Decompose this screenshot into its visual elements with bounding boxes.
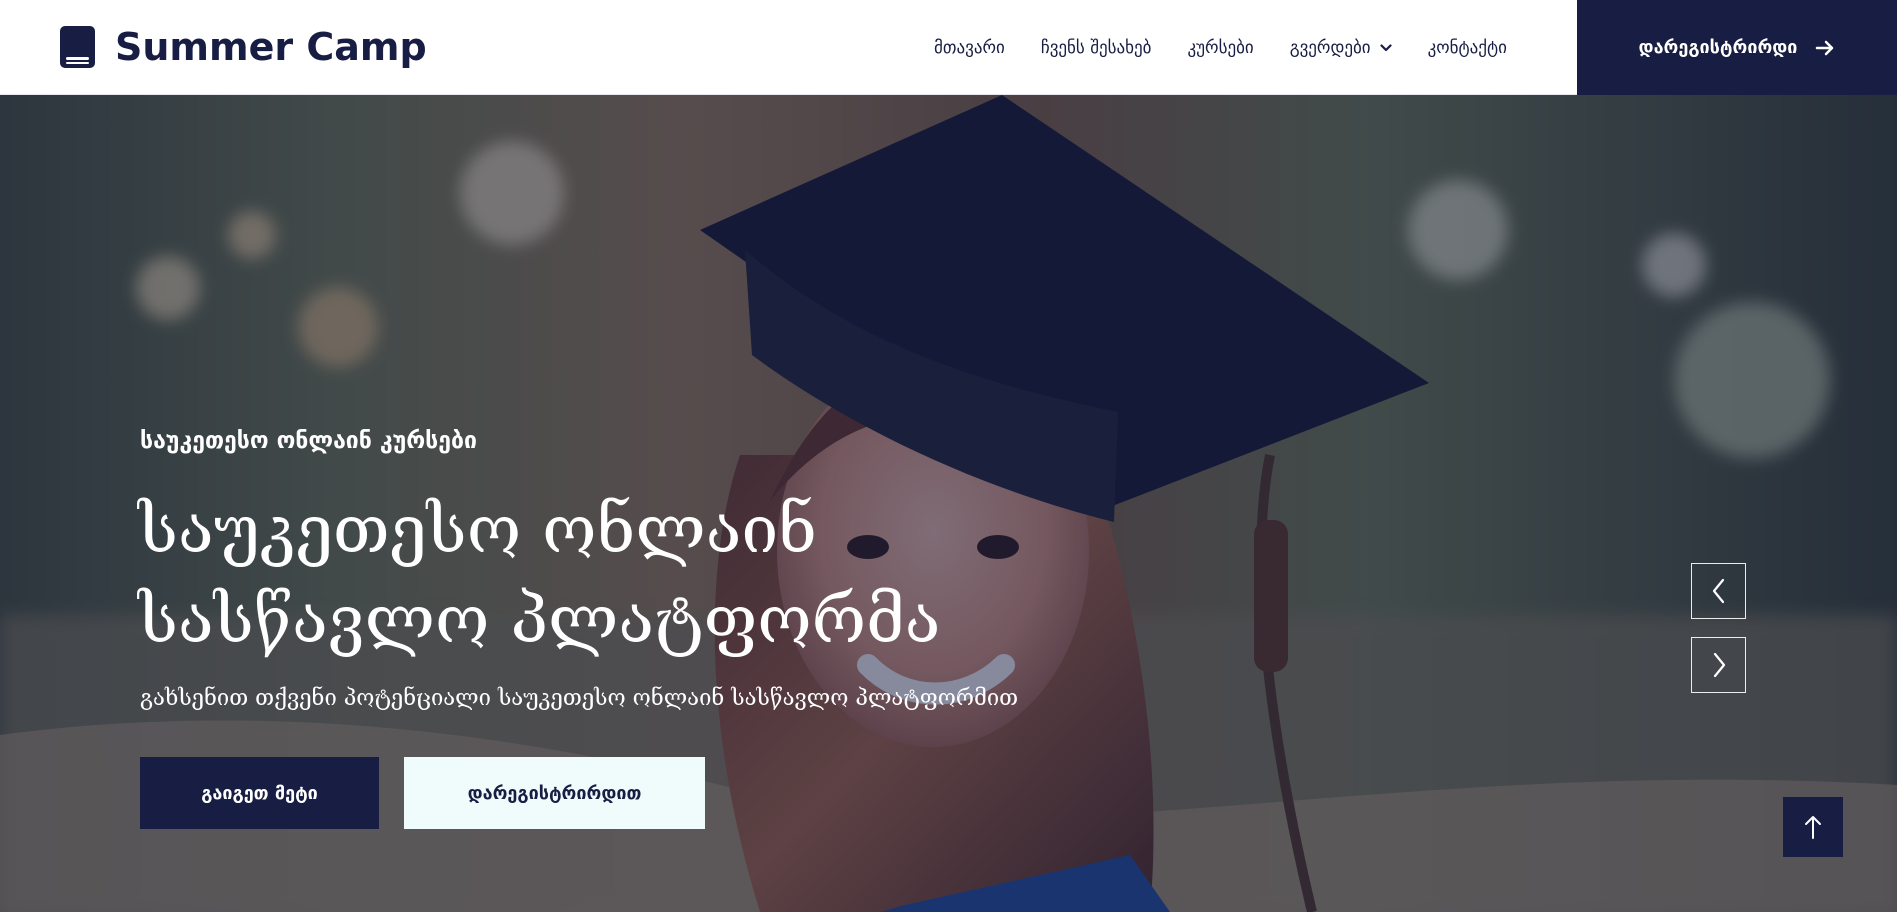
hero-title-line-2: სასწავლო პლატფორმა [138,581,941,658]
nav-item-pages-label: გვერდები [1289,38,1371,58]
nav-item-courses-label: კურსები [1187,38,1254,58]
hero-eyebrow: საუკეთესო ონლაინ კურსები [140,428,477,454]
register-button-label: დარეგისტრირდი [1638,37,1798,58]
learn-more-button-label: გაიგეთ მეტი [201,782,318,804]
chevron-right-icon [1713,652,1725,678]
nav-item-contact[interactable]: კონტაქტი [1428,36,1507,60]
nav-item-pages[interactable]: გვერდები [1290,36,1392,60]
register-button[interactable]: დარეგისტრირდი [1577,0,1897,95]
register-now-button-label: დარეგისტრირდით [467,782,642,804]
hero-subtitle: გახსენით თქვენი პოტენციალი საუკეთესო ონლ… [140,686,1019,711]
chevron-left-icon [1712,578,1724,604]
arrow-right-icon [1816,40,1834,55]
brand-link[interactable]: Summer Camp [60,24,427,70]
top-navigation: Summer Camp მთავარი ჩვენს შესახებ კურსებ… [0,0,1897,95]
nav-item-home-label: მთავარი [934,38,1005,58]
hero-carousel: საუკეთესო ონლაინ კურსები საუკეთესო ონლაი… [0,95,1897,912]
hero-title-line-1: საუკეთესო ონლაინ [138,491,817,568]
nav-item-about-label: ჩვენს შესახებ [1040,38,1152,58]
nav-item-about[interactable]: ჩვენს შესახებ [1041,36,1152,60]
book-icon [60,26,95,68]
nav-item-courses[interactable]: კურსები [1187,36,1253,60]
register-now-button[interactable]: დარეგისტრირდით [404,757,705,829]
nav-item-contact-label: კონტაქტი [1427,38,1507,58]
back-to-top-button[interactable] [1783,797,1843,857]
slider-previous-button[interactable] [1691,563,1746,619]
hero-title: საუკეთესო ონლაინ სასწავლო პლატფორმა [138,485,1038,665]
nav-item-home[interactable]: მთავარი [934,36,1005,60]
site-title: Summer Camp [115,25,427,69]
chevron-down-icon [1379,44,1392,52]
learn-more-button[interactable]: გაიგეთ მეტი [140,757,379,829]
slider-next-button[interactable] [1691,637,1746,693]
main-navigation: მთავარი ჩვენს შესახებ კურსები გვერდები კ… [934,33,1507,63]
arrow-up-icon [1805,816,1821,839]
